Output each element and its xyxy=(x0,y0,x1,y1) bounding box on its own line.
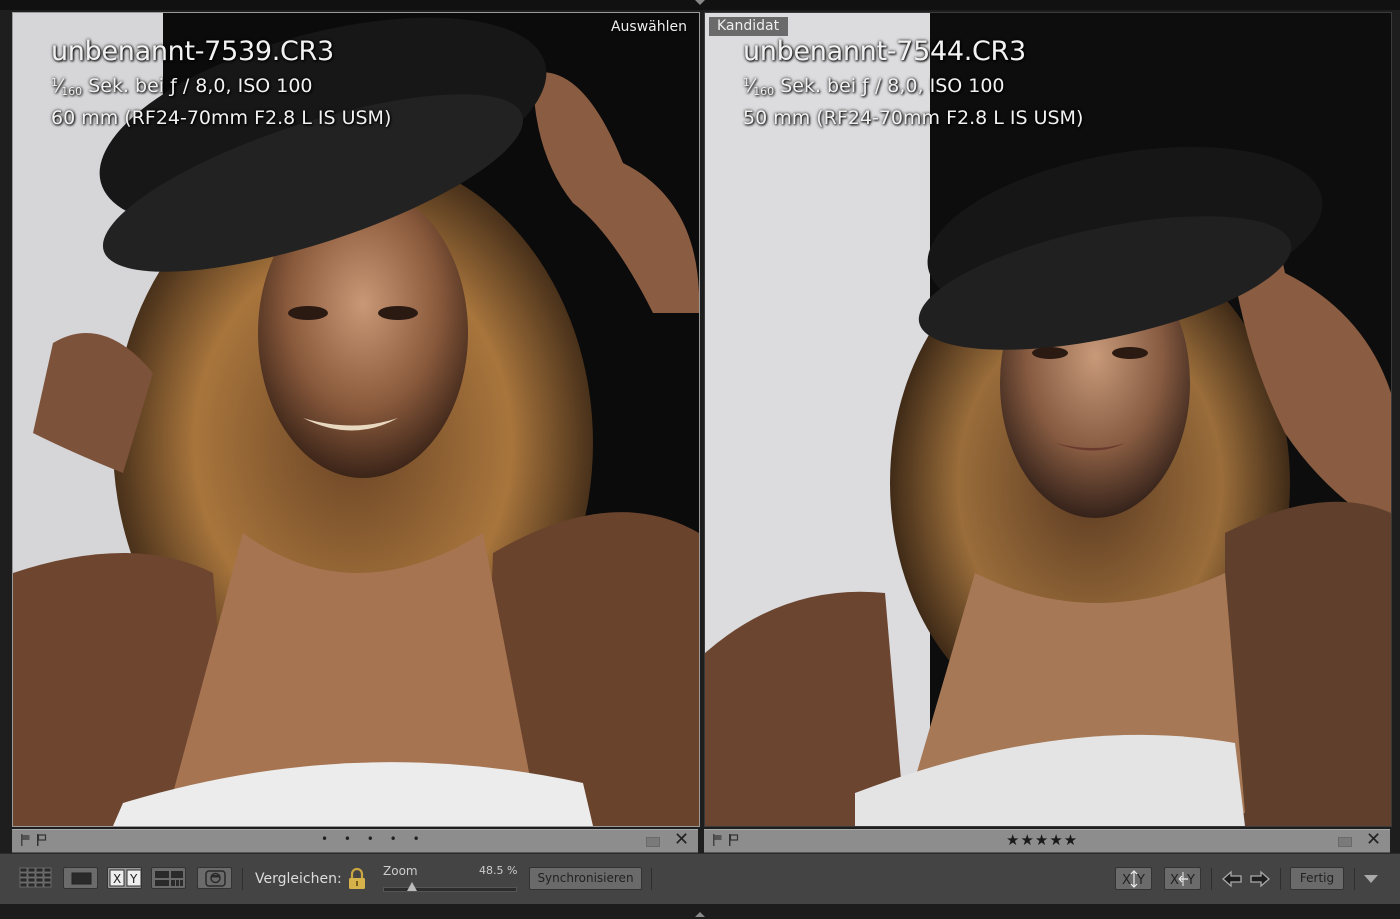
candidate-photo xyxy=(705,13,1391,826)
unflag-icon[interactable] xyxy=(712,834,723,846)
candidate-photo-info: unbenannt-7544.CR3 1⁄160 Sek. bei ƒ / 8,… xyxy=(743,35,1083,132)
select-exposure: 1⁄160 Sek. bei ƒ / 8,0, ISO 100 xyxy=(51,75,313,98)
select-color-label[interactable] xyxy=(646,837,660,847)
candidate-filename: unbenannt-7544.CR3 xyxy=(743,36,1026,67)
select-photo-info: unbenannt-7539.CR3 1⁄160 Sek. bei ƒ / 8,… xyxy=(51,35,391,132)
svg-text:X: X xyxy=(1122,873,1131,888)
compare-label: Vergleichen: xyxy=(255,871,342,887)
select-label: Auswählen xyxy=(610,19,687,35)
unflag-icon[interactable] xyxy=(20,834,31,846)
candidate-info-bar: ★★★★★ ✕ xyxy=(704,829,1390,853)
toolbar-separator xyxy=(1280,868,1281,890)
synchronize-button[interactable]: Synchronisieren xyxy=(529,867,642,890)
candidate-color-label[interactable] xyxy=(1338,837,1352,847)
select-close-icon[interactable]: ✕ xyxy=(674,829,689,850)
grid-view-icon[interactable] xyxy=(19,867,54,889)
toolbar-separator xyxy=(242,868,243,890)
select-photo xyxy=(13,13,699,826)
arrow-right-icon[interactable] xyxy=(1249,869,1271,889)
flag-icon[interactable] xyxy=(728,834,739,846)
zoom-slider-thumb[interactable] xyxy=(407,882,418,891)
svg-text:Y: Y xyxy=(1186,873,1195,888)
select-rating-dots[interactable]: • • • • • xyxy=(321,832,426,846)
toolbar-separator xyxy=(1211,868,1212,890)
select-lens: 60 mm (RF24-70mm F2.8 L IS USM) xyxy=(51,107,392,129)
candidate-exposure: 1⁄160 Sek. bei ƒ / 8,0, ISO 100 xyxy=(743,75,1005,98)
done-button[interactable]: Fertig xyxy=(1290,867,1344,890)
candidate-rating-stars[interactable]: ★★★★★ xyxy=(1006,831,1078,849)
candidate-close-icon[interactable]: ✕ xyxy=(1366,829,1381,850)
toolbar-separator xyxy=(1354,868,1355,890)
loupe-view-icon[interactable] xyxy=(63,867,98,889)
flag-icon[interactable] xyxy=(36,834,47,846)
survey-view-icon[interactable] xyxy=(151,867,186,889)
svg-text:X: X xyxy=(1170,873,1179,888)
arrow-left-icon[interactable] xyxy=(1221,869,1243,889)
zoom-slider[interactable] xyxy=(383,887,517,892)
select-filename: unbenannt-7539.CR3 xyxy=(51,36,334,67)
zoom-value: 48.5 % xyxy=(479,864,518,877)
toolbar-menu-icon[interactable] xyxy=(1364,875,1378,883)
lock-icon[interactable] xyxy=(347,867,367,891)
compare-view-icon[interactable]: X Y xyxy=(107,867,142,889)
swap-icon[interactable]: X Y xyxy=(1115,867,1152,890)
select-photo-pane[interactable]: unbenannt-7539.CR3 1⁄160 Sek. bei ƒ / 8,… xyxy=(12,12,700,827)
svg-text:Y: Y xyxy=(129,872,138,886)
svg-text:Y: Y xyxy=(1136,873,1145,888)
zoom-label: Zoom xyxy=(383,864,418,878)
candidate-label: Kandidat xyxy=(709,17,789,36)
select-info-bar: • • • • • ✕ xyxy=(12,829,698,853)
make-select-icon[interactable]: X Y xyxy=(1164,867,1201,890)
svg-text:X: X xyxy=(113,872,121,886)
toolbar-separator xyxy=(651,868,652,890)
top-panel-toggle-icon[interactable] xyxy=(695,0,705,5)
bottom-panel-toggle-icon[interactable] xyxy=(695,912,705,917)
candidate-photo-pane[interactable]: unbenannt-7544.CR3 1⁄160 Sek. bei ƒ / 8,… xyxy=(704,12,1392,827)
people-view-icon[interactable] xyxy=(197,867,232,889)
candidate-lens: 50 mm (RF24-70mm F2.8 L IS USM) xyxy=(743,107,1084,129)
compare-toolbar: X Y Vergleichen: Zoom 48.5 % Synchronisi… xyxy=(0,853,1400,905)
